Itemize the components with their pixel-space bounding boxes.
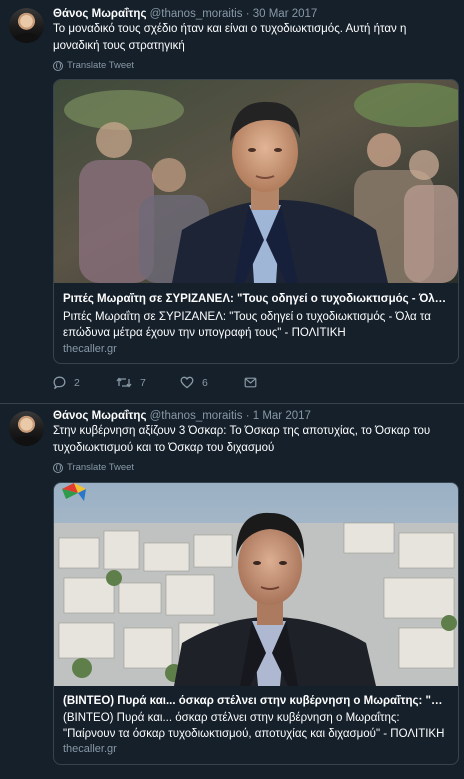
retweet-button[interactable]: 7 (116, 376, 180, 389)
card-photo (54, 80, 458, 283)
translate-tweet-link[interactable]: Translate Tweet (53, 60, 134, 71)
reply-icon (53, 376, 66, 389)
card-domain: thecaller.gr (63, 343, 117, 355)
tweet-header: Θάνος Μωραΐτης @thanos_moraitis · 1 Mar … (53, 409, 311, 423)
card-title: Ριπές Μωραΐτη σε ΣΥΡΙΖΑΝΕΛ: "Τους οδηγεί… (63, 293, 449, 305)
tweet-text: Στην κυβέρνηση αξίζουν 3 Όσκαρ: Το Όσκαρ… (53, 425, 431, 454)
card-domain: thecaller.gr (63, 743, 117, 755)
tweet-actions: 2 7 6 (53, 376, 257, 389)
tweet-date[interactable]: 1 Mar 2017 (253, 410, 311, 422)
card-image (54, 483, 458, 686)
tweet[interactable]: Θάνος Μωραΐτης @thanos_moraitis · 1 Mar … (0, 405, 464, 779)
avatar[interactable] (9, 411, 44, 446)
heart-icon (180, 376, 194, 389)
like-count: 6 (202, 376, 208, 389)
card-image (54, 80, 458, 283)
reply-count: 2 (74, 376, 80, 389)
card-photo (54, 483, 458, 686)
separator: · (245, 8, 250, 20)
reply-button[interactable]: 2 (53, 376, 116, 389)
translate-label: Translate Tweet (67, 462, 135, 473)
author-handle[interactable]: @thanos_moraitis (150, 8, 243, 20)
tweet-date[interactable]: 30 Mar 2017 (253, 8, 318, 20)
share-button[interactable] (244, 376, 257, 389)
author-name[interactable]: Θάνος Μωραΐτης (53, 8, 146, 20)
translate-tweet-link[interactable]: Translate Tweet (53, 462, 134, 473)
tweet-header: Θάνος Μωραΐτης @thanos_moraitis · 30 Mar… (53, 7, 317, 21)
author-name[interactable]: Θάνος Μωραΐτης (53, 410, 146, 422)
retweet-count: 7 (140, 376, 146, 389)
like-button[interactable]: 6 (180, 376, 244, 389)
avatar[interactable] (9, 8, 44, 43)
globe-icon (53, 462, 63, 473)
card-title: (ΒΙΝΤΕΟ) Πυρά και... όσκαρ στέλνει στην … (63, 695, 449, 707)
link-card[interactable]: (ΒΙΝΤΕΟ) Πυρά και... όσκαρ στέλνει στην … (53, 482, 459, 765)
card-description: (ΒΙΝΤΕΟ) Πυρά και... όσκαρ στέλνει στην … (63, 712, 445, 740)
translate-label: Translate Tweet (67, 60, 135, 71)
link-card[interactable]: Ριπές Μωραΐτη σε ΣΥΡΙΖΑΝΕΛ: "Τους οδηγεί… (53, 79, 459, 364)
retweet-icon (116, 377, 132, 388)
tweet-text: Το μοναδικό τους σχέδιο ήταν και είναι ο… (53, 23, 407, 52)
tweet[interactable]: Θάνος Μωραΐτης @thanos_moraitis · 30 Mar… (0, 0, 464, 404)
separator: · (245, 410, 250, 422)
card-description: Ριπές Μωραΐτη σε ΣΥΡΙΖΑΝΕΛ: "Τους οδηγεί… (63, 311, 431, 339)
author-handle[interactable]: @thanos_moraitis (150, 410, 243, 422)
globe-icon (53, 60, 63, 71)
share-icon (244, 377, 257, 388)
